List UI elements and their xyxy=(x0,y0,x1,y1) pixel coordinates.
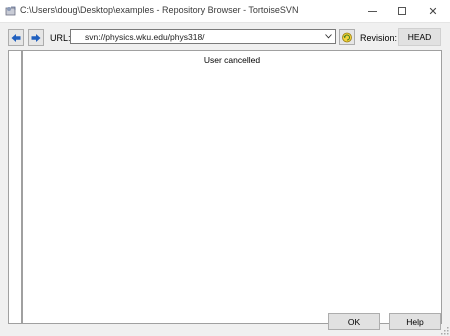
close-button[interactable]: ✕ xyxy=(418,0,448,22)
minimize-icon xyxy=(367,10,377,12)
window-title: C:\Users\doug\Desktop\examples - Reposit… xyxy=(20,5,299,15)
repository-tree[interactable] xyxy=(8,50,22,324)
maximize-icon xyxy=(398,7,406,15)
resize-grip-icon[interactable] xyxy=(439,325,449,335)
url-label: URL: xyxy=(50,33,71,43)
arrow-right-icon xyxy=(31,33,41,42)
maximize-button[interactable] xyxy=(387,0,417,22)
chevron-down-icon xyxy=(324,34,332,39)
url-combobox[interactable] xyxy=(70,29,336,44)
file-list[interactable]: User cancelled xyxy=(22,50,442,324)
title-bar: C:\Users\doug\Desktop\examples - Reposit… xyxy=(0,0,450,22)
revision-label: Revision: xyxy=(360,33,398,43)
revision-button[interactable]: HEAD xyxy=(398,28,441,46)
url-dropdown-button[interactable] xyxy=(322,30,334,43)
refresh-icon xyxy=(342,32,352,43)
tortoisesvn-icon xyxy=(5,6,16,16)
back-button[interactable] xyxy=(8,29,24,46)
status-message: User cancelled xyxy=(203,55,261,65)
arrow-left-icon xyxy=(11,33,21,42)
ok-button[interactable]: OK xyxy=(328,313,380,330)
help-button[interactable]: Help xyxy=(389,313,441,330)
close-icon: ✕ xyxy=(428,5,438,18)
url-input[interactable] xyxy=(71,30,321,43)
client-area: URL: Revision: HEAD User cancelled OK He… xyxy=(0,22,450,336)
refresh-button[interactable] xyxy=(339,29,355,45)
forward-button[interactable] xyxy=(28,29,44,46)
minimize-button[interactable] xyxy=(357,0,387,22)
